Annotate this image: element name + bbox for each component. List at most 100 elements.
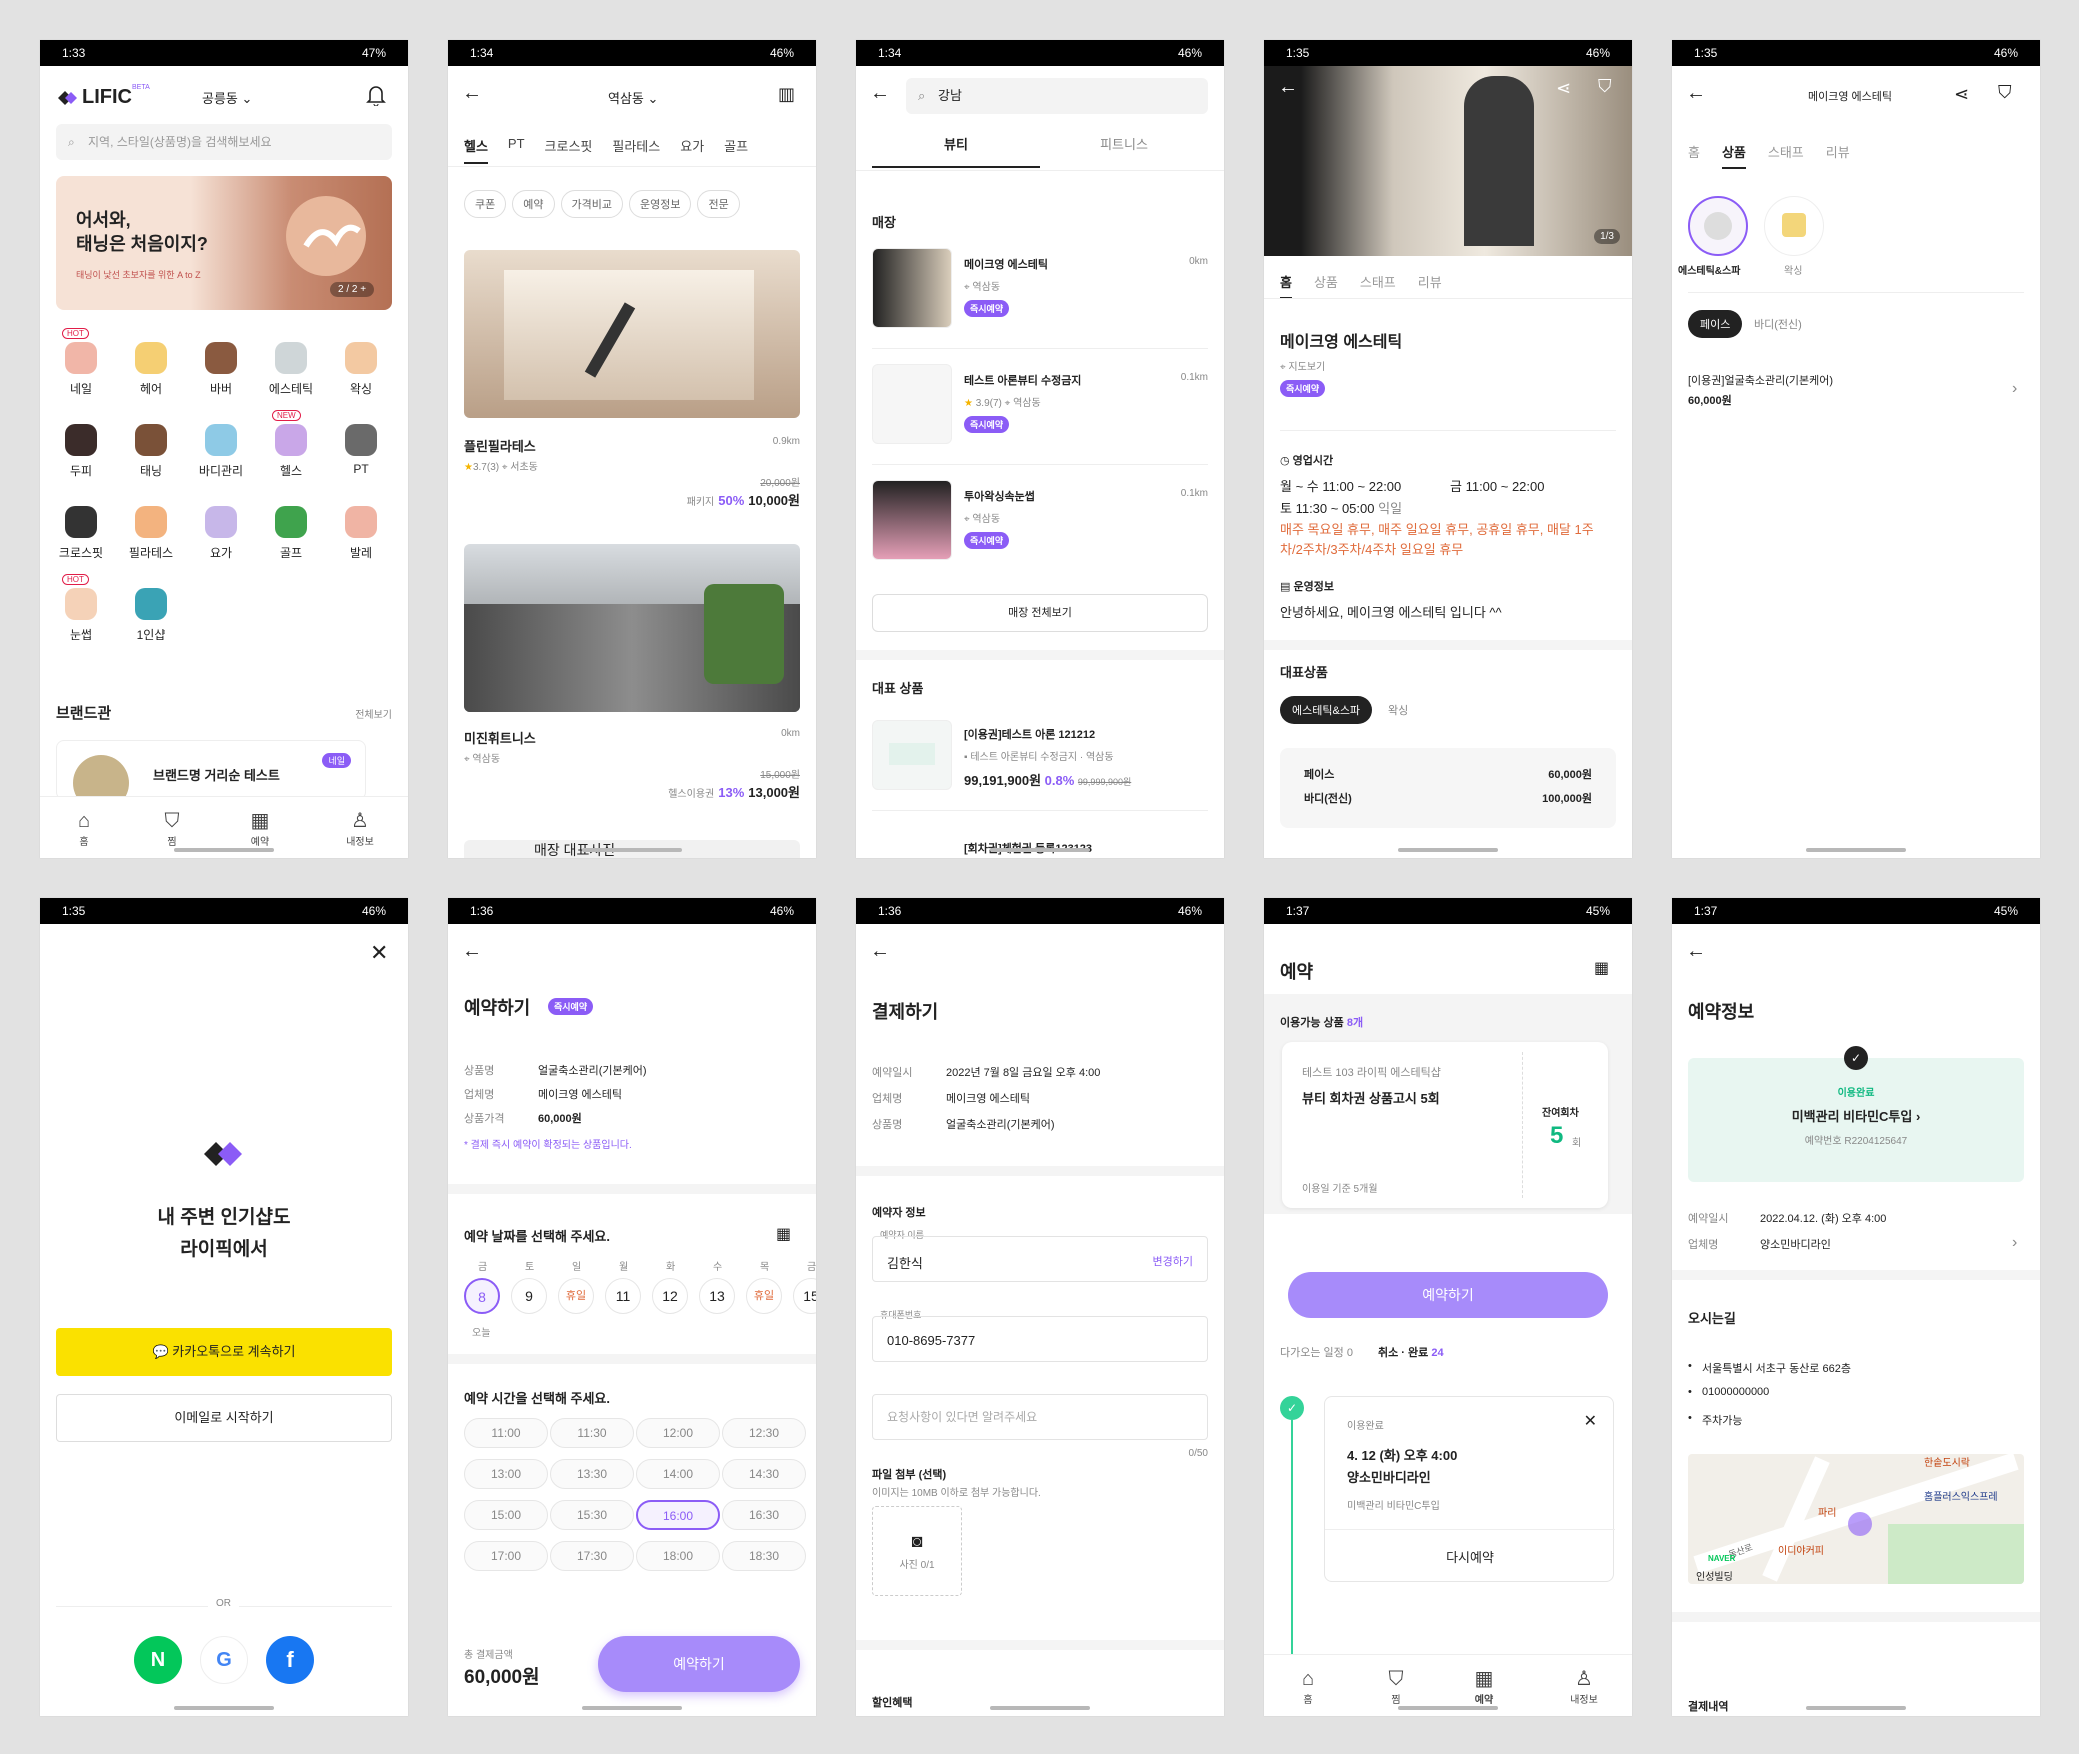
nav-wishlist[interactable]: ⛉ 찜 (142, 810, 202, 848)
chevron-right-icon[interactable]: › (2012, 1234, 2017, 1252)
date-cell[interactable]: 9 (511, 1278, 547, 1314)
time-slot[interactable]: 18:30 (722, 1541, 806, 1571)
tab-item[interactable]: 헬스 (464, 136, 488, 164)
promo-banner[interactable]: 어서와, 태닝은 처음이지? 태닝이 낯선 초보자를 위한 A to Z 2 /… (56, 176, 392, 310)
chip-body[interactable]: 바디(전신) (1754, 316, 1802, 332)
category-item[interactable]: 1인샵 (116, 574, 186, 654)
category-item[interactable]: 바버 (186, 328, 256, 408)
tab-item[interactable]: 스태프 (1360, 272, 1396, 299)
tab-fitness[interactable]: 피트니스 (1040, 134, 1208, 168)
store-name[interactable]: 테스트 아론뷰티 수정금지 (964, 372, 1081, 388)
date-cell[interactable]: 휴일 (558, 1278, 594, 1314)
name-field[interactable]: 김한식 변경하기 (872, 1236, 1208, 1282)
category-item[interactable]: 골프 (256, 492, 326, 572)
nav-my[interactable]: ♙ 내정보 (1554, 1666, 1614, 1706)
filter-chip[interactable]: 가격비교 (560, 190, 623, 218)
time-slot[interactable]: 13:30 (550, 1459, 634, 1489)
request-field[interactable]: 요청사항이 있다면 알려주세요 (872, 1394, 1208, 1440)
nav-booking[interactable]: ▦ 예약 (230, 808, 290, 848)
store-thumb[interactable] (872, 364, 952, 444)
product-name[interactable]: [이용권]테스트 아론 121212 (964, 726, 1095, 742)
close-icon[interactable]: ✕ (370, 940, 388, 966)
filter-chip[interactable]: 예약 (512, 190, 555, 218)
calendar-icon[interactable]: ▦ (1594, 958, 1609, 978)
tab-item[interactable]: PT (508, 136, 525, 164)
tab-beauty[interactable]: 뷰티 (872, 134, 1040, 168)
bell-icon[interactable] (366, 84, 386, 106)
search-input[interactable]: ⌕ 강남 (906, 78, 1208, 114)
reserve-button[interactable]: 예약하기 (598, 1636, 800, 1692)
tab-item[interactable]: 홈 (1280, 272, 1292, 299)
tab-item[interactable]: 리뷰 (1826, 142, 1850, 169)
store-name[interactable]: 투아왁싱속눈썹 (964, 488, 1035, 504)
store-name[interactable]: 메이크영 에스테틱 (964, 256, 1048, 272)
back-arrow-icon[interactable]: ← (462, 82, 482, 105)
category-item[interactable]: 두피 (46, 410, 116, 490)
category-item[interactable]: 필라테스 (116, 492, 186, 572)
back-arrow-icon[interactable]: ← (462, 940, 482, 963)
time-slot[interactable]: 11:30 (550, 1418, 634, 1448)
map[interactable]: 한솥도시락 홈플러스익스프레 파리 이디야커피 동산로 인성빌딩 NAVER (1688, 1454, 2024, 1584)
chip-waxing[interactable]: 왁싱 (1388, 702, 1408, 718)
map-link[interactable]: ⌖ 지도보기 (1280, 358, 1325, 373)
time-slot[interactable]: 16:00 (636, 1500, 720, 1530)
product-link[interactable]: 미백관리 비타민C투입 › (1688, 1106, 2024, 1125)
photo-upload-button[interactable]: ◙ 사진 0/1 (872, 1506, 962, 1596)
search-input[interactable]: ⌕ 지역, 스타일(상품명)을 검색해보세요 (56, 124, 392, 160)
share-icon[interactable]: ⋖ (1556, 78, 1571, 99)
google-login-button[interactable]: G (200, 1636, 248, 1684)
category-item[interactable]: 태닝 (116, 410, 186, 490)
store-name[interactable]: 미진휘트니스 (464, 728, 536, 747)
category-item[interactable]: NEW 헬스 (256, 410, 326, 490)
bookmark-icon[interactable]: ⛉ (1998, 82, 2012, 103)
date-cell[interactable]: 13 (699, 1278, 735, 1314)
chip-face[interactable]: 페이스 (1688, 310, 1743, 338)
filter-chip[interactable]: 쿠폰 (464, 190, 507, 218)
bookmark-icon[interactable]: ⛉ (1598, 76, 1612, 97)
tab-item[interactable]: 상품 (1314, 272, 1338, 299)
category-item[interactable]: HOT 네일 (46, 328, 116, 408)
date-cell[interactable]: 12 (652, 1278, 688, 1314)
nav-wishlist[interactable]: ⛉ 찜 (1366, 1668, 1426, 1706)
back-arrow-icon[interactable]: ← (870, 940, 890, 963)
category-item[interactable]: 왁싱 (326, 328, 396, 408)
facebook-login-button[interactable]: f (266, 1636, 314, 1684)
kakao-login-button[interactable]: 💬 카카오톡으로 계속하기 (56, 1328, 392, 1376)
tab-item[interactable]: 리뷰 (1418, 272, 1442, 299)
store-thumb[interactable] (872, 248, 952, 328)
store-name[interactable]: 플린필라테스 (464, 436, 536, 455)
product-name[interactable]: [이용권]얼굴축소관리(기본케어) (1688, 372, 1833, 388)
category-item[interactable]: 헤어 (116, 328, 186, 408)
back-arrow-icon[interactable]: ← (1686, 940, 1706, 963)
brand-card[interactable]: 브랜드명 거리순 테스트 네일 (56, 740, 366, 811)
close-icon[interactable]: ✕ (1584, 1411, 1597, 1431)
time-slot[interactable]: 18:00 (636, 1541, 720, 1571)
back-arrow-icon[interactable]: ← (1686, 82, 1706, 105)
time-slot[interactable]: 17:00 (464, 1541, 548, 1571)
tab-item[interactable]: 골프 (724, 136, 748, 164)
category-item[interactable]: 바디관리 (186, 410, 256, 490)
tab-item[interactable]: 홈 (1688, 142, 1700, 169)
share-icon[interactable]: ⋖ (1954, 84, 1969, 105)
category-item[interactable]: 크로스핏 (46, 492, 116, 572)
date-cell[interactable]: 8 (464, 1278, 500, 1314)
date-cell[interactable]: 11 (605, 1278, 641, 1314)
tab-item[interactable]: 크로스핏 (545, 136, 593, 164)
date-cell[interactable]: 15 (793, 1278, 816, 1314)
cat-esthetic-icon[interactable] (1688, 196, 1748, 256)
naver-login-button[interactable]: N (134, 1636, 182, 1684)
store-photo[interactable] (464, 250, 800, 418)
tab-item[interactable]: 스태프 (1768, 142, 1804, 169)
date-cell[interactable]: 휴일 (746, 1278, 782, 1314)
category-item[interactable]: HOT 눈썹 (46, 574, 116, 654)
time-slot[interactable]: 14:30 (722, 1459, 806, 1489)
filter-chip[interactable]: 전문 (697, 190, 740, 218)
category-item[interactable]: 발레 (326, 492, 396, 572)
reserve-button[interactable]: 예약하기 (1288, 1272, 1608, 1318)
done-tab[interactable]: 취소 · 완료 24 (1378, 1344, 1444, 1360)
nav-my[interactable]: ♙ 내정보 (330, 808, 390, 848)
store-thumb[interactable] (872, 480, 952, 560)
location-selector[interactable]: 역삼동 ⌄ (608, 88, 658, 107)
tab-item[interactable]: 상품 (1721, 142, 1746, 169)
phone-field[interactable]: 010-8695-7377 (872, 1316, 1208, 1362)
